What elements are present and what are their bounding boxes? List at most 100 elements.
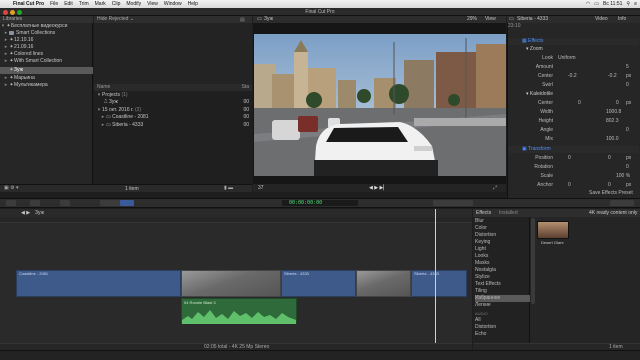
param-row[interactable]: Amount 5 — [508, 64, 639, 71]
library-item[interactable]: ▸ ✦Мультикамера — [3, 82, 93, 89]
effects-category[interactable]: Tiling — [475, 288, 530, 295]
effects-category[interactable]: Keying — [475, 239, 530, 246]
param-row[interactable]: Center 0 0 px — [508, 100, 639, 107]
browser-row-clip[interactable]: ▸ ▭ Coastline - 2081 00 — [100, 114, 252, 121]
library-item[interactable]: ▾ ✦Бесплатные видеокурси — [0, 23, 93, 30]
timeline-clip[interactable]: Siberia - 4333 — [281, 270, 356, 297]
browser-row-projects[interactable]: ▾ Projects (1) — [96, 92, 252, 99]
clip-appearance-icon[interactable]: ▮ ▬ — [224, 185, 233, 191]
library-item[interactable]: ▸ ✦Марьина — [3, 75, 93, 82]
browser-row-clip[interactable]: ▸ ▭ Siberia - 4333 00 — [100, 122, 252, 129]
filmstrip-toggle-icon[interactable]: ▤ — [240, 17, 245, 23]
effects-category[interactable]: Nostalgia — [475, 267, 530, 274]
effects-category[interactable]: Легкие — [475, 302, 530, 309]
menu-help[interactable]: Help — [185, 1, 201, 7]
section-transform[interactable]: ▣ Transform — [508, 146, 639, 153]
effects-category[interactable]: Stylize — [475, 274, 530, 281]
timeline-clip[interactable]: Coastline - 2081 — [16, 270, 181, 297]
viewer-video[interactable] — [254, 34, 506, 176]
section-zoom[interactable]: ▾ Zoom — [508, 46, 639, 53]
section-effects[interactable]: ▦ Effects — [508, 38, 639, 45]
view-menu[interactable]: View — [485, 16, 496, 23]
effects-category[interactable]: Distortion — [475, 324, 530, 331]
param-row[interactable]: Scale 100 % — [508, 173, 639, 180]
select-tool-button[interactable] — [120, 200, 134, 206]
timeline-ruler[interactable] — [0, 217, 472, 223]
import-button[interactable] — [6, 200, 16, 206]
menu-window[interactable]: Window — [161, 1, 185, 7]
disclosure-icon: ▾ — [526, 91, 529, 97]
param-row[interactable]: Width 1000.8 — [508, 109, 639, 116]
library-item[interactable]: ▸ ✦12.10.16 — [3, 37, 93, 44]
effects-category-selected[interactable]: Избранное — [475, 295, 530, 302]
menu-mark[interactable]: Mark — [92, 1, 109, 7]
effect-thumbnail[interactable] — [537, 221, 569, 239]
menu-list-icon[interactable]: ≡ — [634, 1, 637, 7]
browser-row-date[interactable]: ▾ 15 окт. 2016 г. (2) 00 — [96, 107, 252, 114]
share-button[interactable] — [610, 200, 634, 206]
transition-clip[interactable] — [181, 270, 281, 297]
search-icon[interactable]: ⚲ — [626, 1, 630, 7]
effects-4k-filter[interactable]: 4K ready content only — [589, 209, 637, 217]
menu-modify[interactable]: Modify — [123, 1, 144, 7]
library-item[interactable]: ▸ ✦With Smart Collection — [3, 58, 93, 65]
param-row[interactable]: Position 0 0 px — [508, 155, 639, 162]
viewer-size-field[interactable]: 37 — [258, 185, 264, 191]
param-row[interactable]: Center -0.2 -0.2 px — [508, 73, 639, 80]
battery-icon[interactable]: ▭ — [594, 1, 599, 7]
section-kaleidotile[interactable]: ▾ Kaleidotile — [508, 91, 639, 98]
menu-clip[interactable]: Clip — [109, 1, 124, 7]
viewer-header: ▭ Зуж 29% View — [253, 16, 506, 23]
browser-row-project[interactable]: ⎍ Зуж 00 — [104, 99, 252, 106]
library-item[interactable]: ▸ ✦21.09.16 — [3, 44, 93, 51]
menu-file[interactable]: File — [47, 1, 61, 7]
effects-category[interactable]: Blur — [475, 218, 530, 225]
effects-category[interactable]: Masks — [475, 260, 530, 267]
library-footer-icons[interactable]: ▣ ⚙ ▾ — [4, 185, 19, 191]
transition-clip[interactable] — [356, 270, 411, 297]
library-item[interactable]: ▸ Smart Collections — [3, 30, 93, 37]
playhead[interactable] — [435, 209, 436, 350]
param-row[interactable]: Mix 100.0 — [508, 136, 639, 143]
effects-scrollbar[interactable] — [531, 218, 535, 304]
effects-category[interactable]: Light — [475, 246, 530, 253]
library-item-selected[interactable]: ✦Зуж — [0, 67, 93, 74]
timeline-project-icon: ◀ ▶ — [21, 210, 31, 216]
inspector-clip-time: 23:10 — [508, 23, 521, 29]
effects-category[interactable]: All — [475, 317, 530, 324]
param-row[interactable]: Angle 0 — [508, 127, 639, 134]
keyword-button[interactable] — [30, 200, 40, 206]
effects-category[interactable]: Distortion — [475, 232, 530, 239]
menu-app[interactable]: Final Cut Pro — [10, 1, 47, 7]
effects-category[interactable]: Echo — [475, 331, 530, 338]
timeline-view-buttons[interactable] — [433, 200, 473, 206]
effects-category[interactable]: Text Effects — [475, 281, 530, 288]
wifi-icon[interactable]: ◠ — [586, 1, 590, 7]
audio-clip[interactable]: 04 Ronnie Blast 3 — [181, 298, 297, 324]
effects-category[interactable]: Color — [475, 225, 530, 232]
menu-edit[interactable]: Edit — [61, 1, 76, 7]
tab-info[interactable]: Info — [618, 16, 626, 23]
zoom-menu[interactable]: 29% — [467, 16, 477, 23]
param-row[interactable]: Height 802.3 — [508, 118, 639, 125]
param-row[interactable]: Rotation 0 — [508, 164, 639, 171]
save-effects-preset-button[interactable]: Save Effects Preset — [589, 190, 633, 196]
browser-filter[interactable]: Hide Rejected ⌄ — [94, 16, 252, 23]
window-title: Final Cut Pro — [305, 9, 335, 15]
film-icon: ▭ — [509, 16, 514, 22]
menu-view[interactable]: View — [144, 1, 161, 7]
param-row[interactable]: Swirl 0 — [508, 82, 639, 89]
effects-installed[interactable]: Installed — [499, 209, 518, 217]
background-tasks-button[interactable] — [60, 200, 70, 206]
param-row[interactable]: Look Uniform — [508, 55, 639, 62]
param-row[interactable]: Anchor 0 0 px — [508, 182, 639, 189]
clock[interactable]: Вс 11:51 — [603, 1, 622, 7]
fullscreen-icon[interactable]: ⤢ — [493, 185, 497, 191]
effects-category[interactable]: Looks — [475, 253, 530, 260]
play-controls[interactable]: ◀ ▶ ▶▏ — [369, 185, 387, 191]
library-item[interactable]: ▸ ✦Colored lines — [3, 51, 93, 58]
timeline-clip[interactable]: Siberia - 4333 — [411, 270, 467, 297]
browser-column-header[interactable]: Name Sta — [94, 84, 252, 91]
menu-trim[interactable]: Trim — [76, 1, 92, 7]
tab-video[interactable]: Video — [595, 16, 608, 23]
